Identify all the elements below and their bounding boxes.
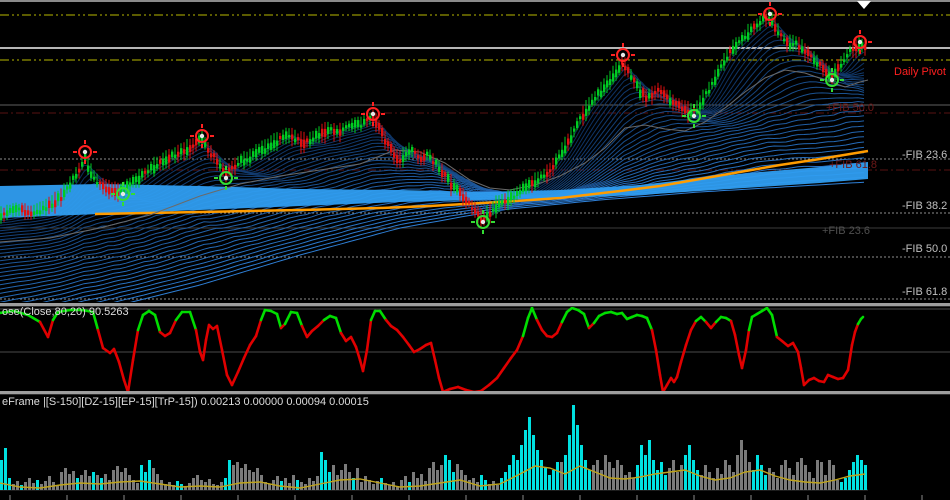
- sell-target-icon: [611, 43, 635, 67]
- oscillator-panel: [0, 306, 950, 394]
- panel-separator-top[interactable]: [0, 303, 950, 307]
- sell-target-icon: [848, 30, 872, 54]
- sell-target-icon: [190, 124, 214, 148]
- volume-bars: [0, 405, 867, 490]
- time-axis-ticks: [9, 495, 923, 500]
- sell-target-icon: [758, 2, 782, 26]
- sell-target-icon: [73, 140, 97, 164]
- down-triangle-icon: [857, 1, 871, 9]
- main-price-panel: [0, 1, 872, 302]
- panel-separator-bottom[interactable]: [0, 391, 950, 395]
- chart-canvas[interactable]: [0, 0, 950, 500]
- volume-panel: [0, 405, 923, 500]
- mt4-chart-window: Daily Pivot ose(Close,80,20) 90.5263 eFr…: [0, 0, 950, 500]
